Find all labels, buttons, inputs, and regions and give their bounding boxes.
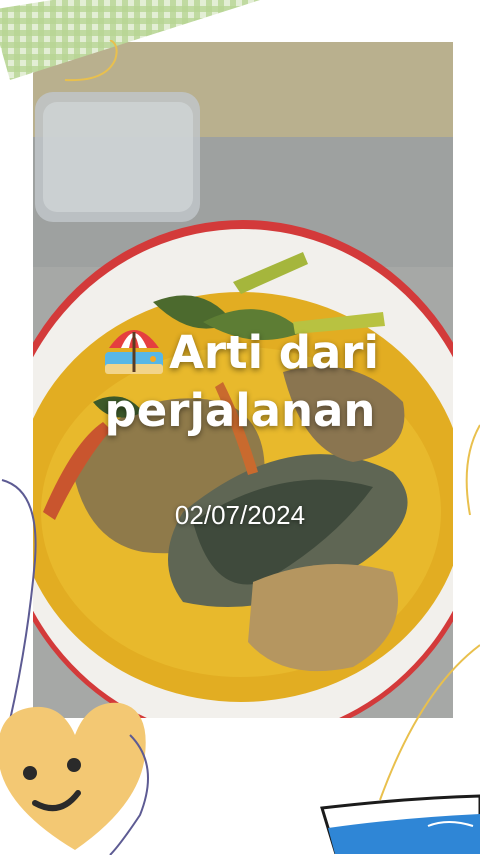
story-date: 02/07/2024 [174, 500, 306, 530]
decor-line-right [465, 424, 480, 516]
water-glass-icon [320, 794, 480, 854]
title-line-2: perjalanan [104, 384, 376, 437]
decor-line-top [64, 40, 118, 82]
smiling-heart-icon [0, 702, 149, 855]
title-line-1-text: Arti dari [169, 326, 379, 379]
title-line-1: Arti dari [0, 318, 480, 382]
story-title: Arti dari perjalanan [0, 318, 480, 440]
beach-umbrella-icon [101, 318, 167, 376]
